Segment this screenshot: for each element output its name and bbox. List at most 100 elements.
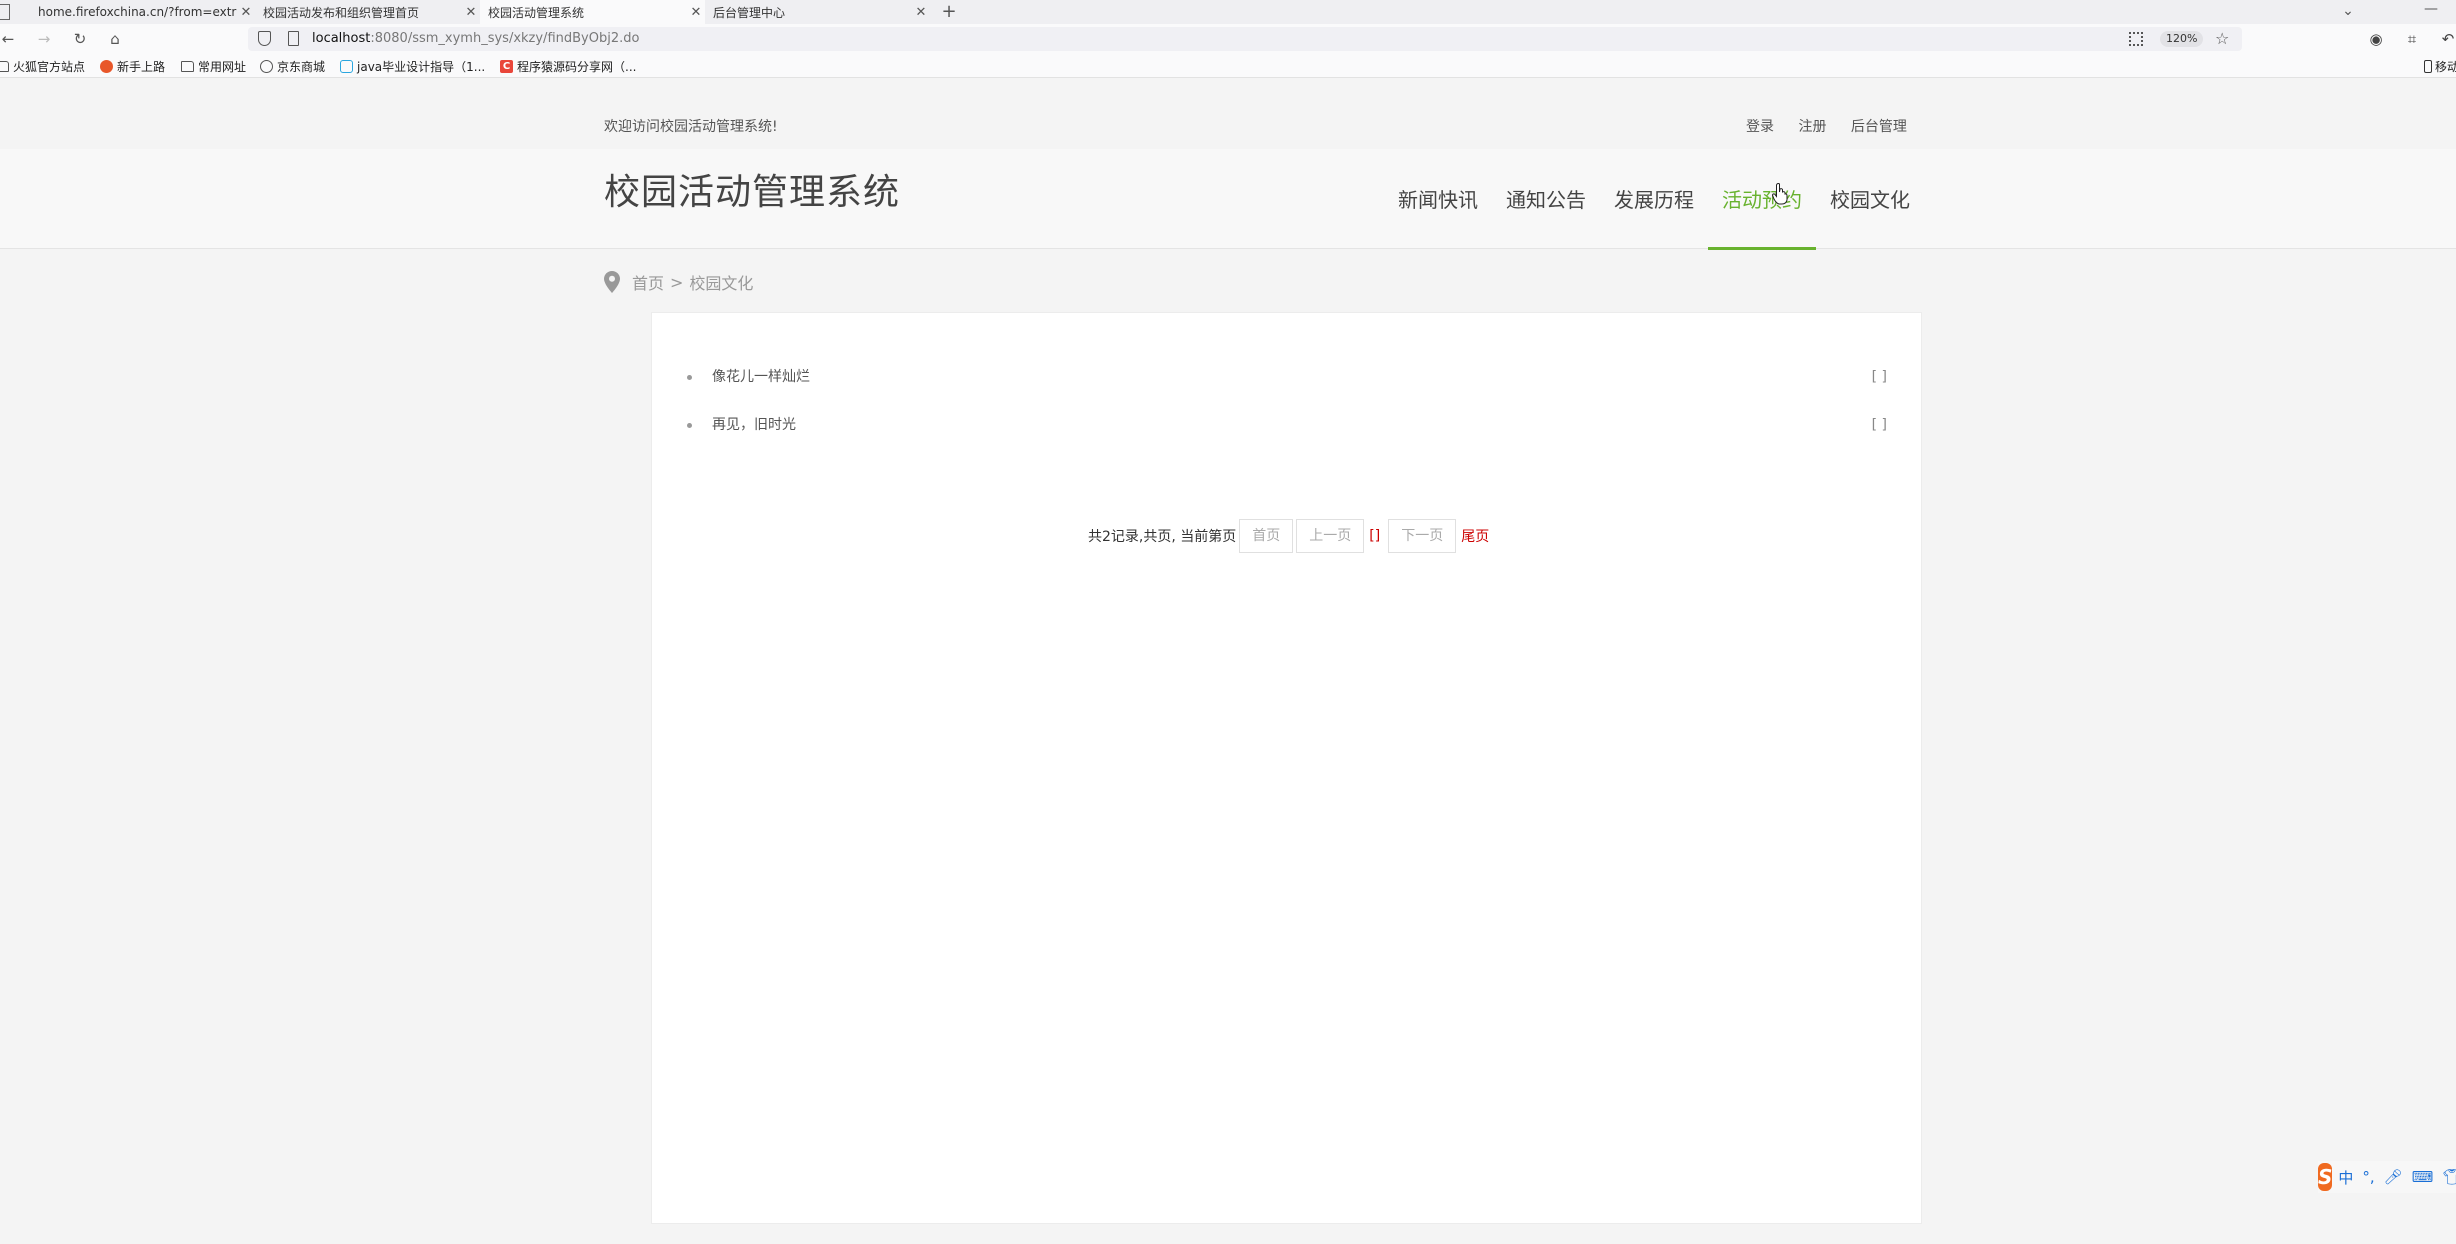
pagination: 共2记录,共页, 当前第页 首页 上一页 [] 下一页 尾页 bbox=[1088, 518, 1489, 554]
bookmarks-bar: 火狐官方站点 新手上路 常用网址 京东商城 java毕业设计指导（1... C程… bbox=[0, 54, 2456, 78]
screenshot-crop-icon[interactable]: ⌗ bbox=[2400, 27, 2424, 51]
content-panel: 像花儿一样灿烂 [ ] 再见，旧时光 [ ] 共2记录,共页, 当前第页 首页 … bbox=[651, 312, 1922, 1224]
firefox-icon bbox=[100, 59, 113, 73]
punctuation-icon[interactable]: °, bbox=[2362, 1168, 2374, 1186]
browser-tab[interactable]: 校园活动发布和组织管理首页 ✕ bbox=[255, 0, 480, 24]
hand-cursor-icon bbox=[1772, 183, 1788, 205]
close-icon[interactable]: ✕ bbox=[912, 5, 930, 20]
bookmark-label: java毕业设计指导（1... bbox=[357, 59, 486, 74]
url-bar[interactable]: localhost:8080/ssm_xymh_sys/xkzy/findByO… bbox=[248, 27, 2242, 51]
pagination-summary: 共2记录,共页, 当前第页 bbox=[1088, 529, 1237, 545]
qr-code-icon[interactable] bbox=[2129, 32, 2143, 46]
current-page: [] bbox=[1369, 528, 1381, 544]
url-host: localhost bbox=[312, 31, 371, 46]
bullet-icon bbox=[687, 423, 692, 428]
new-tab-icon[interactable]: + bbox=[937, 0, 961, 24]
browser-tab[interactable]: home.firefoxchina.cn/?from=extra_start ✕ bbox=[30, 0, 255, 24]
close-icon[interactable]: ✕ bbox=[237, 5, 255, 20]
list-item-date: [ ] bbox=[1871, 417, 1887, 433]
mobile-bookmarks-label: 移动 bbox=[2435, 60, 2456, 74]
register-link[interactable]: 注册 bbox=[1798, 119, 1826, 135]
bookmark-label: 程序猿源码分享网（... bbox=[517, 59, 637, 74]
nav-item-notices[interactable]: 通知公告 bbox=[1492, 149, 1600, 249]
mobile-bookmarks[interactable]: 移动 bbox=[2424, 58, 2456, 75]
prev-page-button[interactable]: 上一页 bbox=[1296, 519, 1365, 553]
next-page-button[interactable]: 下一页 bbox=[1388, 519, 1457, 553]
tab-label: 后台管理中心 bbox=[713, 5, 786, 20]
welcome-text: 欢迎访问校园活动管理系统! bbox=[604, 119, 778, 135]
bookmark-label: 新手上路 bbox=[117, 59, 166, 74]
breadcrumb-home-link[interactable]: 首页 bbox=[632, 270, 664, 294]
forward-icon[interactable]: → bbox=[32, 27, 56, 51]
bookmark-label: 火狐官方站点 bbox=[13, 59, 86, 74]
nav-item-reservations[interactable]: 活动预约 bbox=[1708, 149, 1816, 250]
breadcrumb-current: 校园文化 bbox=[689, 274, 754, 293]
first-page-button[interactable]: 首页 bbox=[1239, 519, 1294, 553]
shirt-icon[interactable]: 👕︎ bbox=[2442, 1168, 2456, 1186]
article-list: 像花儿一样灿烂 [ ] 再见，旧时光 [ ] bbox=[687, 369, 1887, 465]
tab-label: home.firefoxchina.cn/?from=extra_start bbox=[38, 5, 237, 19]
account-icon[interactable]: ◉ bbox=[2364, 27, 2388, 51]
bookmark-item[interactable]: C 程序猿源码分享网（... bbox=[500, 58, 636, 74]
bullet-icon bbox=[687, 375, 692, 380]
zoom-level[interactable]: 120% bbox=[2160, 31, 2204, 47]
url-path: :8080/ssm_xymh_sys/xkzy/findByObj2.do bbox=[370, 31, 640, 46]
bookmark-label: 京东商城 bbox=[277, 59, 326, 74]
login-link[interactable]: 登录 bbox=[1746, 119, 1774, 135]
bookmark-item[interactable]: java毕业设计指导（1... bbox=[340, 58, 485, 74]
list-item-title[interactable]: 再见，旧时光 bbox=[712, 417, 796, 433]
sidebar-toggle-icon[interactable] bbox=[0, 4, 10, 20]
globe-icon bbox=[260, 59, 273, 73]
bookmark-item[interactable]: 常用网址 bbox=[181, 58, 246, 74]
sogou-logo-icon: S bbox=[2318, 1163, 2333, 1191]
ime-toolbar[interactable]: S 中 °, 🎤︎ ⌨ 👕︎ bbox=[2318, 1161, 2456, 1193]
bookmark-item[interactable]: 新手上路 bbox=[100, 58, 165, 74]
browser-nav-bar: ← → ↻ ⌂ localhost:8080/ssm_xymh_sys/xkzy… bbox=[0, 24, 2456, 54]
ime-language[interactable]: 中 bbox=[2338, 1167, 2353, 1188]
last-page-button[interactable]: 尾页 bbox=[1461, 526, 1489, 546]
top-links: 登录 注册 后台管理 bbox=[1746, 116, 1907, 136]
nav-item-history[interactable]: 发展历程 bbox=[1600, 149, 1708, 249]
nav-item-culture[interactable]: 校园文化 bbox=[1816, 149, 1924, 249]
admin-link[interactable]: 后台管理 bbox=[1851, 119, 1907, 135]
minimize-icon[interactable]: — bbox=[2416, 0, 2446, 24]
site-title[interactable]: 校园活动管理系统 bbox=[604, 163, 900, 215]
breadcrumb-separator: > bbox=[670, 272, 684, 292]
undo-icon[interactable]: ↶ bbox=[2436, 27, 2456, 51]
folder-icon bbox=[181, 60, 194, 72]
bilibili-icon bbox=[340, 59, 353, 73]
bookmark-label: 常用网址 bbox=[198, 59, 247, 74]
browser-tab-strip: home.firefoxchina.cn/?from=extra_start ✕… bbox=[0, 0, 2456, 24]
phone-icon bbox=[2424, 60, 2432, 73]
csdn-icon: C bbox=[500, 59, 513, 73]
tab-list-chevron-icon[interactable]: ⌄ bbox=[2336, 0, 2360, 24]
list-item-title[interactable]: 像花儿一样灿烂 bbox=[712, 369, 810, 385]
main-nav: 新闻快讯 通知公告 发展历程 活动预约 校园文化 bbox=[1384, 149, 1924, 250]
list-item[interactable]: 像花儿一样灿烂 [ ] bbox=[687, 369, 1887, 417]
reload-icon[interactable]: ↻ bbox=[68, 27, 92, 51]
list-item-date: [ ] bbox=[1871, 369, 1887, 385]
close-icon[interactable]: ✕ bbox=[462, 5, 480, 20]
browser-tab-active[interactable]: 校园活动管理系统 ✕ bbox=[480, 0, 705, 24]
home-icon[interactable]: ⌂ bbox=[103, 27, 127, 51]
page-info-icon[interactable] bbox=[288, 31, 299, 46]
back-icon[interactable]: ← bbox=[0, 27, 20, 51]
bookmark-item[interactable]: 京东商城 bbox=[260, 58, 325, 74]
close-icon[interactable]: ✕ bbox=[687, 5, 705, 20]
url-text[interactable]: localhost:8080/ssm_xymh_sys/xkzy/findByO… bbox=[312, 31, 639, 46]
microphone-icon[interactable]: 🎤︎ bbox=[2384, 1168, 2403, 1186]
site-header: 校园活动管理系统 新闻快讯 通知公告 发展历程 活动预约 校园文化 bbox=[0, 149, 2456, 250]
tab-label: 校园活动发布和组织管理首页 bbox=[263, 5, 420, 20]
shield-icon[interactable] bbox=[258, 31, 271, 46]
folder-icon bbox=[0, 60, 9, 72]
browser-tab[interactable]: 后台管理中心 ✕ bbox=[705, 0, 930, 24]
keyboard-icon[interactable]: ⌨ bbox=[2412, 1168, 2434, 1186]
site-top-bar: 欢迎访问校园活动管理系统! 登录 注册 后台管理 bbox=[0, 102, 2456, 149]
nav-item-news[interactable]: 新闻快讯 bbox=[1384, 149, 1492, 249]
bookmark-star-icon[interactable]: ☆ bbox=[2215, 29, 2229, 48]
breadcrumb: 首页 > 校园文化 bbox=[604, 270, 753, 294]
bookmark-item[interactable]: 火狐官方站点 bbox=[0, 58, 85, 74]
tab-label: 校园活动管理系统 bbox=[488, 5, 585, 20]
location-pin-icon bbox=[604, 271, 620, 293]
list-item[interactable]: 再见，旧时光 [ ] bbox=[687, 417, 1887, 465]
